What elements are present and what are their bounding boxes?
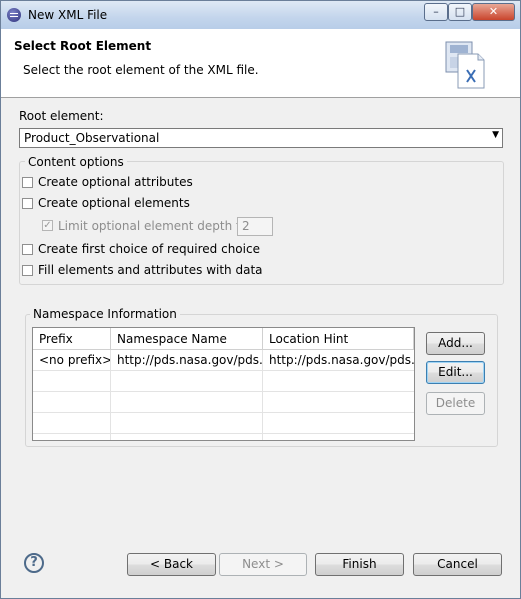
add-button[interactable]: Add... [426,332,485,355]
page-description: Select the root element of the XML file. [23,63,259,77]
root-element-value: Product_Observational [24,131,160,145]
limit-depth-checkbox[interactable]: ✓ [42,220,53,231]
wizard-header: Select Root Element Select the root elem… [1,29,520,98]
limit-depth-label: Limit optional element depth to: [58,219,253,233]
eclipse-app-icon [7,8,21,22]
column-header-location-hint[interactable]: Location Hint [263,328,414,350]
fill-elements-checkbox[interactable] [22,265,33,276]
fill-elements-label: Fill elements and attributes with data [38,263,263,277]
create-optional-attributes-label: Create optional attributes [38,175,193,189]
window-title: New XML File [28,8,108,22]
column-header-prefix[interactable]: Prefix [33,328,111,350]
namespace-table[interactable]: Prefix Namespace Name Location Hint <no … [32,327,415,441]
column-divider [262,350,263,440]
xml-file-wizard-icon [445,41,485,89]
depth-input[interactable]: 2 [237,217,273,236]
root-element-label: Root element: [19,109,104,123]
back-button[interactable]: < Back [127,553,216,576]
empty-table-row [33,413,414,434]
help-icon[interactable]: ? [24,553,44,573]
namespace-info-legend: Namespace Information [30,307,180,321]
page-title: Select Root Element [14,39,152,53]
table-row[interactable]: <no prefix> http://pds.nasa.gov/pds... h… [33,350,414,371]
column-divider [110,350,111,440]
namespace-name-cell: http://pds.nasa.gov/pds... [117,353,263,367]
chevron-down-icon[interactable]: ▼ [492,130,499,140]
first-choice-checkbox[interactable] [22,244,33,255]
empty-table-row [33,371,414,392]
create-optional-attributes-checkbox[interactable] [22,177,33,188]
location-hint-cell: http://pds.nasa.gov/pds... [269,353,414,367]
close-button[interactable]: ✕ [472,3,515,21]
root-element-select[interactable]: Product_Observational ▼ [19,128,503,148]
edit-button[interactable]: Edit... [426,361,485,384]
finish-button[interactable]: Finish [315,553,404,576]
create-optional-elements-label: Create optional elements [38,196,190,210]
maximize-button[interactable]: □ [448,3,472,21]
empty-table-row [33,392,414,413]
delete-button[interactable]: Delete [426,392,485,415]
dialog-window: New XML File – □ ✕ Select Root Element S… [0,0,521,599]
minimize-button[interactable]: – [424,3,448,21]
cancel-button[interactable]: Cancel [413,553,502,576]
first-choice-label: Create first choice of required choice [38,242,260,256]
title-bar: New XML File – □ ✕ [1,1,520,29]
column-header-namespace-name[interactable]: Namespace Name [111,328,263,350]
prefix-cell: <no prefix> [39,353,111,367]
content-options-legend: Content options [25,155,127,169]
create-optional-elements-checkbox[interactable] [22,198,33,209]
next-button[interactable]: Next > [219,553,307,576]
